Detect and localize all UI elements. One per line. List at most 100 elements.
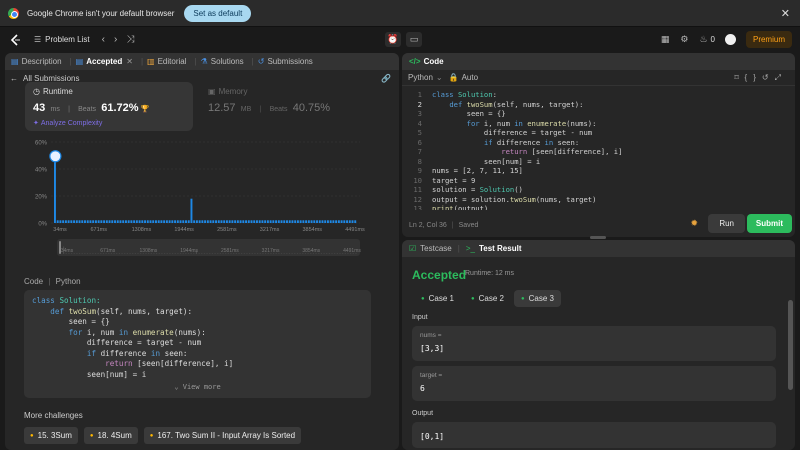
chart-bar: [64, 220, 67, 223]
runtime-sep: |: [68, 106, 70, 113]
set-default-button[interactable]: Set as default: [184, 4, 252, 22]
code-editor[interactable]: 1 class Solution: 2 def twoSum(self, nums,…: [402, 90, 795, 210]
chart-bar: [146, 220, 149, 223]
scrubber-bar: [118, 253, 121, 254]
scrollbar[interactable]: [788, 300, 793, 390]
scrubber-bar: [241, 253, 243, 254]
chart-bar: [302, 220, 305, 223]
editor-line[interactable]: 8 seen[num] = i: [402, 157, 795, 167]
scrubber-bar: [299, 253, 301, 254]
editor-line[interactable]: 3 seen = {}: [402, 109, 795, 119]
editor-line[interactable]: 4 for i, num in enumerate(nums):: [402, 119, 795, 129]
view-more-link[interactable]: View more: [183, 383, 221, 391]
challenge-chip[interactable]: ● 167. Two Sum II - Input Array Is Sorted: [143, 427, 302, 444]
problem-list-link[interactable]: ☰ Problem List: [34, 35, 90, 44]
case-tab[interactable]: ● Case 2: [464, 290, 511, 307]
output-box[interactable]: [0,1]: [412, 422, 776, 448]
scrubber-bar: [283, 253, 285, 254]
chart-bar: [291, 220, 294, 223]
tab-submissions[interactable]: ↺ Submissions: [258, 57, 313, 66]
debug-icon[interactable]: ✹: [690, 218, 698, 229]
chart-bar: [165, 220, 168, 223]
prev-problem-icon[interactable]: ‹: [102, 34, 105, 45]
editor-line[interactable]: 10 target = 9: [402, 176, 795, 186]
chart-bar: [354, 220, 357, 223]
editor-line[interactable]: 9 nums = [2, 7, 11, 15]: [402, 166, 795, 176]
case-tab[interactable]: ● Case 3: [513, 290, 561, 307]
auto-toggle[interactable]: Auto: [462, 73, 478, 82]
input-target-box[interactable]: target = 6: [412, 366, 776, 401]
premium-button[interactable]: Premium: [745, 31, 792, 48]
difficulty-dot-icon: ●: [89, 432, 94, 439]
leetcode-logo-icon[interactable]: [10, 33, 22, 46]
editor-line[interactable]: 2 def twoSum(self, nums, target):: [402, 100, 795, 110]
editor-line[interactable]: 5 difference = target - num: [402, 128, 795, 138]
next-problem-icon[interactable]: ›: [114, 34, 117, 45]
chart-bar: [223, 220, 226, 223]
expand-icon[interactable]: ⤢: [775, 73, 787, 82]
default-browser-banner: Google Chrome isn't your default browser…: [0, 0, 800, 27]
gear-icon[interactable]: ⚙: [680, 34, 688, 45]
timer-icon[interactable]: ⏰: [385, 32, 401, 47]
chart-bar: [242, 220, 245, 223]
close-tab-icon[interactable]: ✕: [126, 57, 133, 66]
input-nums-box[interactable]: nums = [3,3]: [412, 326, 776, 361]
chart-bar: [324, 220, 327, 223]
reset-icon[interactable]: ↺: [762, 73, 775, 82]
editor-line[interactable]: 1 class Solution:: [402, 90, 795, 100]
panel-resize-handle[interactable]: [590, 236, 606, 239]
case-tab[interactable]: ● Case 1: [414, 290, 461, 307]
scrubber-bar: [254, 253, 256, 254]
scrubber-bar: [328, 253, 330, 254]
bookmark-icon[interactable]: ⌑: [734, 73, 744, 82]
chart-bar: [155, 220, 157, 223]
memory-card[interactable]: ▣ Memory 12.57 MB | Beats 40.75%: [200, 82, 360, 131]
tab-testcase[interactable]: Testcase: [420, 244, 452, 253]
tab-description[interactable]: ▤ Description: [11, 57, 62, 66]
scrubber-bar: [286, 253, 288, 254]
streak-fire-icon[interactable]: ♨: [699, 34, 707, 45]
editor-line[interactable]: 7 return [seen[difference], i]: [402, 147, 795, 157]
runtime-distribution-chart[interactable]: 60% 40% 20% 0% 34ms 671ms 1308ms 1944ms 2581ms 32…: [25, 135, 365, 267]
challenge-chip[interactable]: ● 15. 3Sum: [24, 427, 78, 444]
runtime-card[interactable]: ◷ Runtime 43 ms | Beats 61.72% 🏆 ✦ Analyze…: [25, 82, 193, 131]
braces-icon[interactable]: {}: [745, 73, 762, 82]
layout-icon[interactable]: ▦: [661, 34, 670, 45]
scrubber-bar: [336, 253, 338, 254]
scrubber-bar: [73, 253, 75, 254]
close-icon[interactable]: ✕: [781, 7, 790, 20]
chart-bar: [138, 220, 141, 223]
back-arrow-icon[interactable]: ←: [10, 74, 18, 83]
run-button[interactable]: Run: [708, 214, 745, 233]
tab-accepted[interactable]: ▤ Accepted ✕: [76, 57, 133, 66]
chart-bar: [239, 220, 242, 223]
tab-editorial[interactable]: ▥ Editorial: [147, 57, 186, 66]
editor-line[interactable]: 12 output = solution.twoSum(nums, target): [402, 195, 795, 205]
language-select[interactable]: Python: [408, 73, 433, 82]
challenge-chips: ● 15. 3Sum ● 18. 4Sum ● 167. Two Sum II - I…: [24, 427, 307, 444]
trophy-icon: 🏆: [140, 106, 150, 113]
chart-bar: [326, 220, 329, 223]
submit-button[interactable]: Submit: [746, 214, 792, 233]
editor-line[interactable]: 6 if difference in seen:: [402, 138, 795, 148]
scrubber-bar: [171, 253, 174, 254]
top-nav: ☰ Problem List ‹ › ⤨ ⏰ ▭ ▦ ⚙ ♨ 0 Premium: [0, 27, 800, 52]
editor-line[interactable]: 13 print(output): [402, 204, 795, 210]
tab-solutions[interactable]: ⚗ Solutions: [201, 57, 244, 66]
notes-icon[interactable]: ▭: [406, 32, 422, 47]
line-text: difference = target - num: [432, 128, 593, 137]
analyze-complexity-link[interactable]: Analyze Complexity: [41, 120, 102, 127]
chart-bar: [215, 220, 217, 223]
editor-line[interactable]: 11 solution = Solution(): [402, 185, 795, 195]
chart-bar: [275, 220, 278, 223]
scrubber-bar: [296, 253, 299, 254]
scrubber-bar: [198, 253, 200, 254]
tab-test-result[interactable]: Test Result: [479, 244, 522, 253]
chart-bar: [346, 220, 349, 223]
shuffle-icon[interactable]: ⤨: [126, 34, 134, 45]
challenge-chip[interactable]: ● 18. 4Sum: [83, 427, 138, 444]
link-icon[interactable]: 🔗: [381, 74, 391, 83]
chart-bar: [84, 220, 86, 223]
avatar[interactable]: [724, 34, 736, 45]
x-tick-label: 1944ms: [174, 227, 194, 233]
